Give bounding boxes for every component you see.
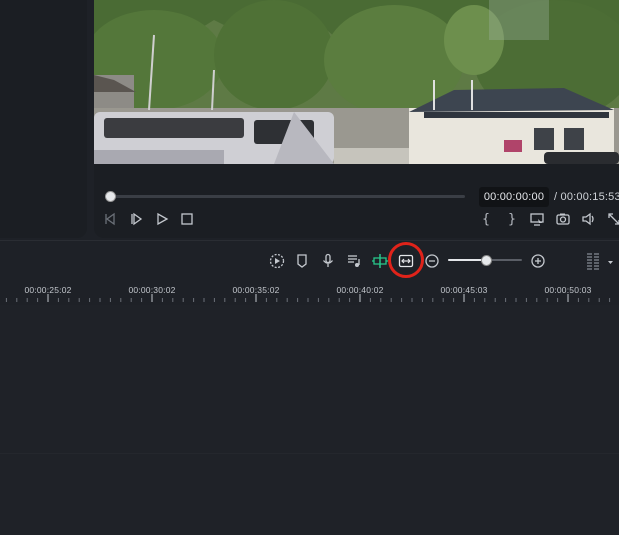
timeline-ruler[interactable]: 00:00:25:02 00:00:30:02 00:00:35:02 00:0…	[0, 282, 619, 304]
ruler-label: 00:00:30:02	[128, 285, 176, 295]
zoom-out-icon[interactable]	[423, 252, 441, 270]
preview-player: 00:00:00:00 / 00:00:15:53 { }	[94, 0, 619, 238]
ruler-ticks	[5, 294, 611, 302]
ruler-label: 00:00:35:02	[232, 285, 280, 295]
playback-scrubber[interactable]	[105, 191, 465, 202]
timeline-tracks[interactable]	[0, 305, 619, 535]
total-duration: / 00:00:15:53	[554, 191, 619, 203]
zoom-slider[interactable]	[448, 255, 522, 266]
video-preview[interactable]	[94, 0, 619, 164]
stop-icon[interactable]	[179, 211, 195, 227]
audio-meter-icon[interactable]	[584, 252, 602, 270]
media-panel	[0, 0, 87, 238]
ruler-label: 00:00:50:03	[544, 285, 592, 295]
marker-icon[interactable]	[293, 252, 311, 270]
auto-beat-icon[interactable]	[345, 252, 363, 270]
mark-out-icon[interactable]: }	[504, 211, 520, 227]
zoom-in-icon[interactable]	[529, 252, 547, 270]
dropdown-icon[interactable]	[605, 252, 615, 270]
fit-timeline-icon[interactable]	[397, 252, 415, 270]
volume-icon[interactable]	[581, 211, 597, 227]
current-time: 00:00:00:00	[479, 187, 549, 207]
split-icon[interactable]	[371, 252, 389, 270]
ruler-label: 00:00:45:03	[440, 285, 488, 295]
svg-text:}: }	[508, 212, 516, 227]
auto-reframe-icon[interactable]	[268, 252, 286, 270]
scrubber-handle[interactable]	[105, 191, 116, 202]
svg-text:{: {	[482, 212, 490, 227]
ruler-label: 00:00:40:02	[336, 285, 384, 295]
panel-divider	[0, 240, 619, 241]
voiceover-icon[interactable]	[319, 252, 337, 270]
mark-in-icon[interactable]: {	[478, 211, 494, 227]
monitor-icon[interactable]	[529, 211, 545, 227]
ruler-label: 00:00:25:02	[24, 285, 72, 295]
snapshot-icon[interactable]	[555, 211, 571, 227]
fullscreen-icon[interactable]	[606, 211, 619, 227]
step-back-icon[interactable]	[102, 211, 118, 227]
timeline-toolbar	[0, 244, 619, 278]
track-divider	[0, 453, 619, 454]
play-icon[interactable]	[154, 211, 170, 227]
step-forward-icon[interactable]	[128, 211, 144, 227]
